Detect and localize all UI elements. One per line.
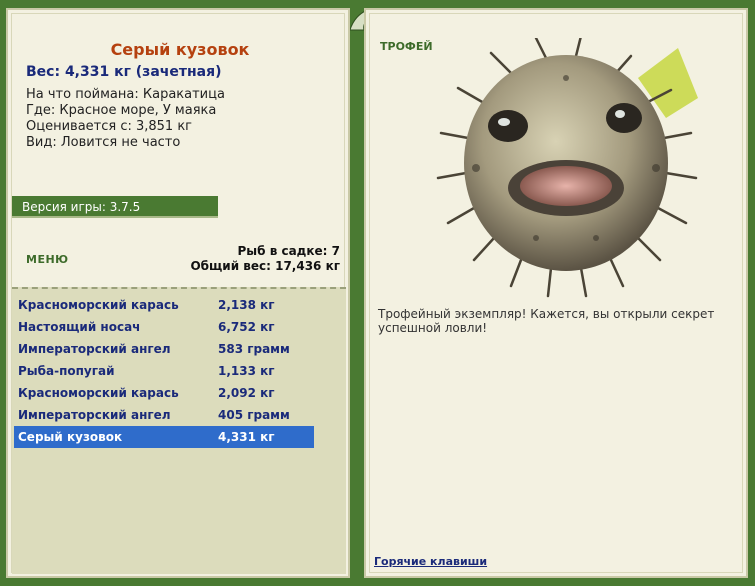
list-item-weight: 405 грамм [218,408,290,422]
pufferfish-image [436,38,698,298]
menu-button[interactable]: МЕНЮ [26,253,69,266]
list-item-name: Императорский ангел [18,342,171,356]
list-item-weight: 583 грамм [218,342,290,356]
list-item[interactable]: Красноморский карась 2,138 кг [14,294,314,316]
list-item-weight: 1,133 кг [218,364,275,378]
cage-stats: Рыб в садке: 7 Общий вес: 17,436 кг [190,244,340,274]
list-item-name: Красноморский карась [18,386,179,400]
fish-valued-from: Оценивается с: 3,851 кг [26,119,193,134]
fish-title: Серый кузовок [110,40,250,59]
game-version: Версия игры: 3.7.5 [12,196,218,218]
fish-info-panel: Серый кузовок Вес: 4,331 кг (зачетная) Н… [6,8,350,578]
cage-total-weight: Общий вес: 17,436 кг [190,259,340,273]
list-item-name: Рыба-попугай [18,364,115,378]
fish-weight: Вес: 4,331 кг (зачетная) [26,64,222,80]
list-item-name: Настоящий носач [18,320,141,334]
list-item-name: Красноморский карась [18,298,179,312]
catch-list: Красноморский карась 2,138 кг Настоящий … [12,287,346,574]
hotkeys-link[interactable]: Горячие клавиши [374,555,487,568]
list-item[interactable]: Императорский ангел 405 грамм [14,404,314,426]
list-item-weight: 2,092 кг [218,386,275,400]
list-item[interactable]: Императорский ангел 583 грамм [14,338,314,360]
list-item[interactable]: Красноморский карась 2,092 кг [14,382,314,404]
fish-kind: Вид: Ловится не часто [26,135,181,150]
list-item[interactable]: Настоящий носач 6,752 кг [14,316,314,338]
list-item-selected[interactable]: Серый кузовок 4,331 кг [14,426,314,448]
list-item-weight: 6,752 кг [218,320,275,334]
trophy-panel: ТРОФЕЙ Трофейный экземпляр! Кажется, вы … [364,8,748,578]
cage-count: Рыб в садке: 7 [237,244,341,258]
list-item[interactable]: Рыба-попугай 1,133 кг [14,360,314,382]
list-item-name: Императорский ангел [18,408,171,422]
list-item-weight: 4,331 кг [218,430,275,444]
fish-location: Где: Красное море, У маяка [26,103,217,118]
list-item-weight: 2,138 кг [218,298,275,312]
trophy-description: Трофейный экземпляр! Кажется, вы открыли… [378,307,715,335]
list-item-name: Серый кузовок [18,430,123,444]
fish-bait: На что поймана: Каракатица [26,87,225,102]
